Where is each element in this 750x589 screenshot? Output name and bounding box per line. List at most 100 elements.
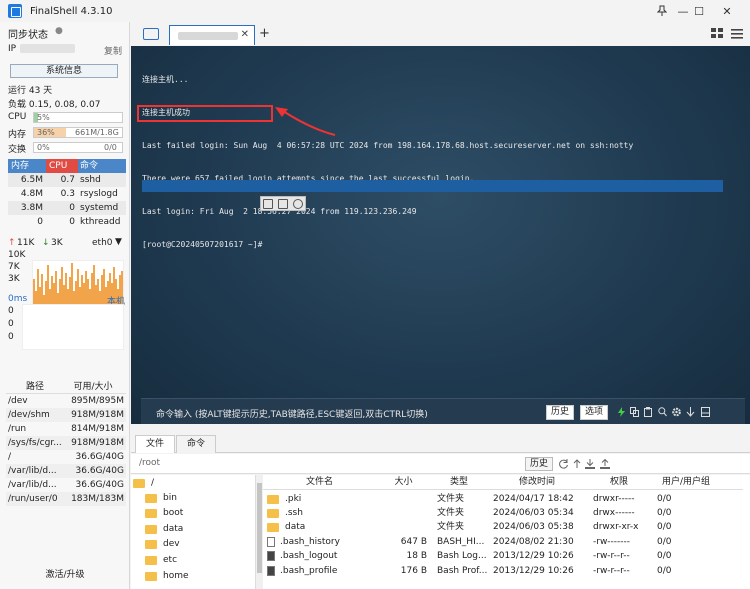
history-button[interactable]: 历史 [546, 405, 575, 420]
gear-icon[interactable] [672, 407, 681, 417]
disk-table-header: 路径 可用/大小 [6, 380, 126, 394]
process-row[interactable]: 0 0 kthreadd [8, 215, 126, 229]
arrow-down-icon[interactable] [686, 407, 695, 417]
file-row[interactable]: .bash_profile 176 B Bash Prof... 2013/12… [263, 564, 743, 578]
scrollbar-thumb[interactable] [257, 483, 262, 573]
download-arrow-icon: ↓ [42, 238, 50, 248]
search-icon[interactable] [292, 198, 303, 209]
download-icon[interactable] [585, 459, 595, 469]
file-name: .bash_history [280, 537, 340, 547]
disk-path: /run/user/0 [8, 494, 58, 504]
disk-row[interactable]: /dev 895M/895M [6, 394, 126, 408]
upload-icon[interactable] [600, 459, 610, 469]
search-icon[interactable] [658, 407, 667, 417]
upload-rate: 11K [17, 238, 35, 248]
memory-label: 内存 [8, 130, 27, 140]
menu-icon[interactable] [731, 28, 743, 39]
column-command[interactable]: 命令 [78, 159, 126, 173]
lightning-icon[interactable] [617, 407, 626, 417]
options-button[interactable]: 选项 [580, 405, 609, 420]
collapse-icon[interactable] [701, 407, 710, 417]
column-owner[interactable]: 用户/用户组 [651, 475, 721, 489]
file-permissions: -rw-r--r-- [593, 566, 630, 576]
command-input-hint[interactable]: 命令输入 (按ALT键提示历史,TAB键路径,ESC键返回,双击CTRL切换) [156, 407, 428, 420]
process-cmd: sshd [80, 175, 101, 185]
bottom-panel-tabs: 文件 命令 [131, 432, 750, 453]
tree-item[interactable]: etc [145, 553, 177, 567]
terminal-prompt: [root@C20240507201617 ~]# [142, 240, 263, 249]
copy-ip-link[interactable]: 复制 [104, 44, 122, 57]
tree-item[interactable]: data [145, 522, 183, 536]
column-memory[interactable]: 内存 [8, 159, 46, 173]
system-info-button[interactable]: 系统信息 [10, 64, 118, 78]
add-tab-button[interactable]: + [259, 26, 270, 41]
folder-icon [145, 493, 157, 503]
ping-latency-graph [22, 304, 124, 350]
file-owner: 0/0 [657, 551, 672, 561]
tab-commands[interactable]: 命令 [176, 435, 217, 453]
network-interface-select[interactable]: eth0 [92, 238, 113, 248]
folder-icon [145, 508, 157, 518]
file-row[interactable]: data 文件夹 2024/06/03 05:38 drwxr-xr-x 0/0 [263, 520, 743, 534]
folder-tree: / bin boot data dev etc home [131, 475, 256, 589]
grid-layout-icon[interactable] [711, 28, 723, 39]
session-tab-strip: ✕ + [131, 22, 750, 46]
refresh-icon[interactable] [559, 459, 569, 469]
tree-item[interactable]: / [133, 476, 154, 490]
tree-item[interactable]: bin [145, 491, 177, 505]
folder-tree-scrollbar[interactable] [256, 475, 263, 589]
column-permissions[interactable]: 权限 [587, 475, 651, 489]
parent-folder-icon[interactable] [573, 459, 581, 469]
file-modified: 2024/06/03 05:34 [493, 508, 574, 518]
file-permissions: drwxr-xr-x [593, 522, 639, 532]
maximize-button[interactable]: ☐ [684, 0, 714, 22]
file-row[interactable]: .ssh 文件夹 2024/06/03 05:34 drwx------ 0/0 [263, 506, 743, 520]
folder-icon[interactable] [143, 28, 159, 40]
column-filename[interactable]: 文件名 [263, 475, 376, 489]
process-row[interactable]: 3.8M 0 systemd [8, 201, 126, 215]
disk-row[interactable]: /var/lib/d... 36.6G/40G [6, 464, 126, 478]
disk-row[interactable]: /dev/shm 918M/918M [6, 408, 126, 422]
copy-icon[interactable] [263, 198, 274, 209]
activate-upgrade-link[interactable]: 激活/升级 [0, 567, 130, 580]
column-modified[interactable]: 修改时间 [487, 475, 587, 489]
command-input-bar[interactable]: 命令输入 (按ALT键提示历史,TAB键路径,ESC键返回,双击CTRL切换) … [141, 398, 745, 424]
paste-icon[interactable] [644, 407, 653, 417]
ip-value-redacted [20, 44, 75, 53]
ping-tick-label: 0 [8, 306, 14, 316]
column-size[interactable]: 大小 [376, 475, 431, 489]
disk-path: /var/lib/d... [8, 480, 57, 490]
disk-row[interactable]: /var/lib/d... 36.6G/40G [6, 478, 126, 492]
tree-item[interactable]: boot [145, 506, 183, 520]
paste-icon[interactable] [277, 198, 288, 209]
disk-row[interactable]: /sys/fs/cgr... 918M/918M [6, 436, 126, 450]
tab-files[interactable]: 文件 [135, 435, 176, 453]
session-tab[interactable]: ✕ [169, 25, 255, 45]
file-name: .bash_profile [280, 566, 338, 576]
close-button[interactable]: ✕ [712, 0, 742, 22]
process-row[interactable]: 6.5M 0.7 sshd [8, 173, 126, 187]
chevron-down-icon[interactable]: ▼ [115, 237, 122, 247]
folder-icon [133, 478, 145, 488]
swap-usage-bar: 0% 0/0 [33, 142, 123, 153]
file-row[interactable]: .pki 文件夹 2024/04/17 18:42 drwxr----- 0/0 [263, 492, 743, 506]
tree-item[interactable]: dev [145, 537, 180, 551]
disk-row[interactable]: /run/user/0 183M/183M [6, 492, 126, 506]
column-cpu[interactable]: CPU [46, 159, 78, 173]
file-row[interactable]: .bash_logout 18 B Bash Log... 2013/12/29… [263, 549, 743, 563]
copy-icon[interactable] [630, 407, 639, 417]
tree-item[interactable]: home [145, 569, 189, 583]
terminal-view[interactable]: 连接主机... 连接主机成功 Last failed login: Sun Au… [131, 46, 750, 424]
file-row[interactable]: .bash_history 647 B BASH_HI... 2024/08/0… [263, 535, 743, 549]
disk-row[interactable]: /run 814M/918M [6, 422, 126, 436]
cpu-label: CPU [8, 112, 27, 122]
path-history-button[interactable]: 历史 [525, 457, 554, 471]
folder-icon [145, 524, 157, 534]
process-row[interactable]: 4.8M 0.3 rsyslogd [8, 187, 126, 201]
file-path-bar: /root 历史 [131, 454, 750, 474]
current-path-input[interactable]: /root [139, 458, 160, 468]
column-type[interactable]: 类型 [431, 475, 487, 489]
close-tab-icon[interactable]: ✕ [241, 29, 249, 40]
swap-label: 交换 [8, 145, 27, 155]
disk-row[interactable]: / 36.6G/40G [6, 450, 126, 464]
